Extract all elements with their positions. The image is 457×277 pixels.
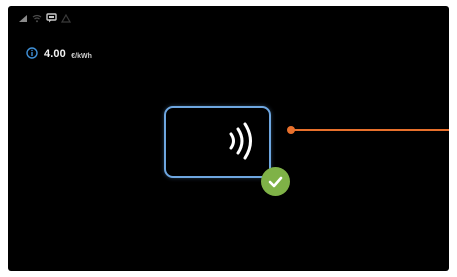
price-value-group: 4.00 €/kWh xyxy=(44,44,92,62)
signal-icon xyxy=(18,14,28,23)
chat-icon xyxy=(46,13,57,23)
check-icon xyxy=(268,176,283,188)
price-display: 4.00 €/kWh xyxy=(26,44,92,62)
info-icon[interactable] xyxy=(26,47,38,59)
callout-line xyxy=(294,129,449,131)
price-unit: €/kWh xyxy=(71,53,92,60)
screenshot-frame: 4.00 €/kWh xyxy=(0,0,457,277)
contactless-icon xyxy=(225,122,259,162)
success-badge xyxy=(261,167,290,196)
wifi-icon xyxy=(32,14,42,23)
price-value: 4.00 xyxy=(44,48,66,60)
warning-icon xyxy=(61,13,71,23)
status-bar xyxy=(18,12,71,24)
